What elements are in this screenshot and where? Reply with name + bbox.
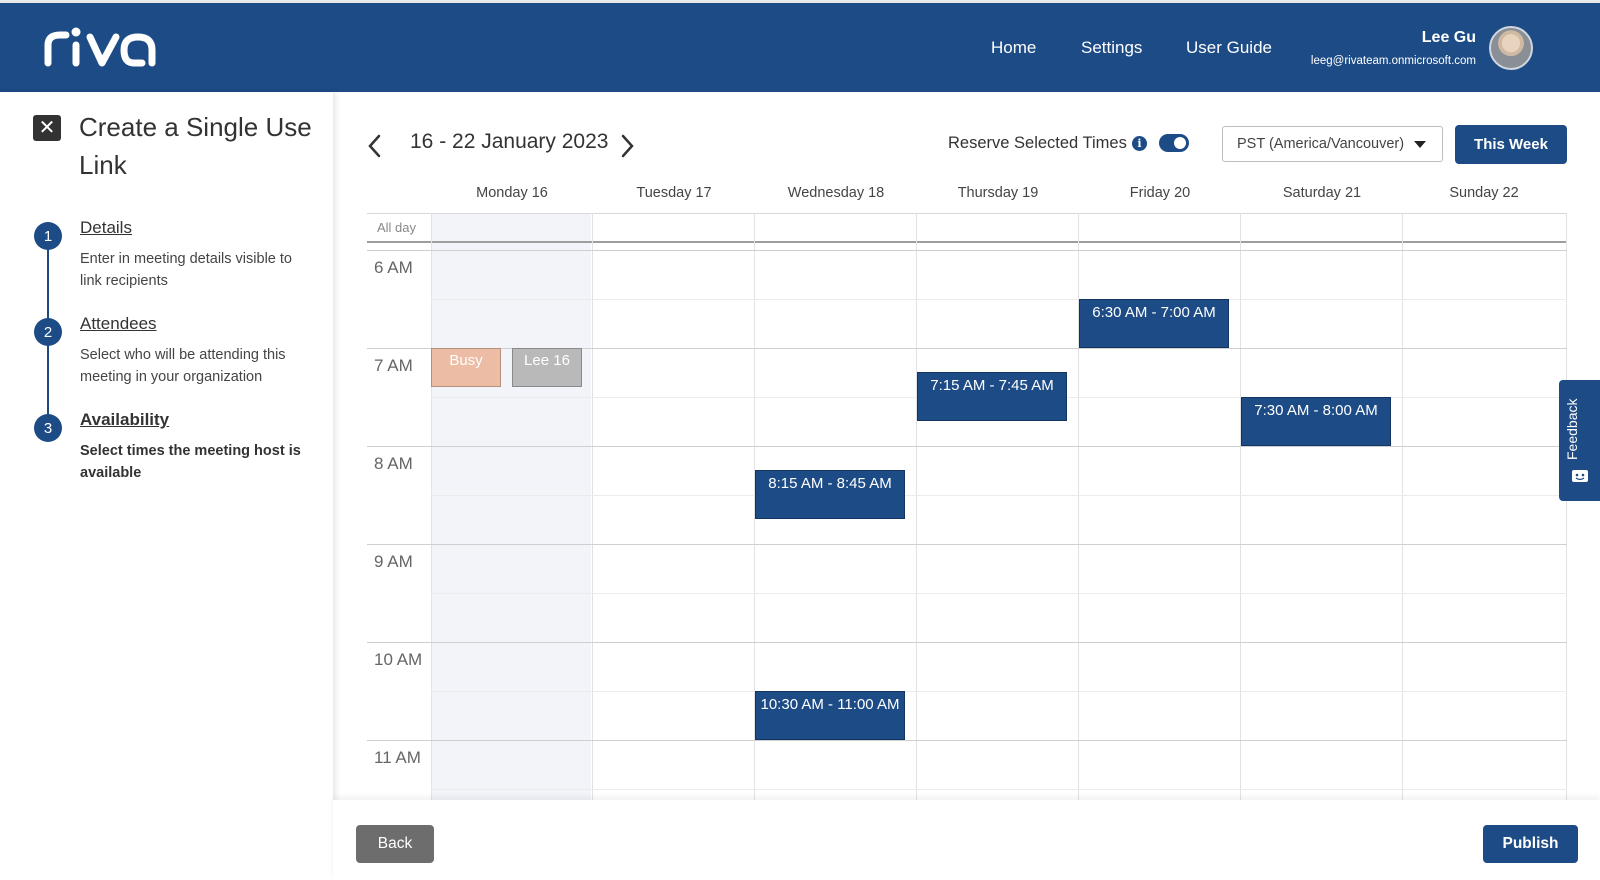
all-day-row[interactable] <box>367 213 1567 243</box>
info-icon[interactable]: i <box>1132 136 1147 151</box>
publish-button[interactable]: Publish <box>1483 825 1578 863</box>
step-availability-description: Select times the meeting host is availab… <box>80 443 301 481</box>
selected-time-slot[interactable]: 7:15 AM - 7:45 AM <box>917 372 1067 421</box>
app-header: Home Settings User Guide Lee Gu leeg@riv… <box>0 3 1600 92</box>
step-details-description: Enter in meeting details visible to link… <box>80 251 292 289</box>
half-hour-line <box>431 593 1567 594</box>
riva-logo[interactable] <box>42 23 172 71</box>
step-number-2: 2 <box>34 318 62 346</box>
hour-label: 9 AM <box>374 552 413 571</box>
half-hour-line <box>431 299 1567 300</box>
step-number-3: 3 <box>34 414 62 442</box>
close-icon[interactable]: ✕ <box>33 115 61 141</box>
step-connector <box>47 340 49 420</box>
nav-user-guide[interactable]: User Guide <box>1186 38 1272 58</box>
hour-line <box>367 544 1567 545</box>
step-attendees-description: Select who will be attending this meetin… <box>80 347 286 385</box>
reserve-times-label: Reserve Selected Times <box>948 134 1127 152</box>
footer-bar <box>333 800 1600 880</box>
half-hour-line <box>431 789 1567 790</box>
back-button[interactable]: Back <box>356 825 434 863</box>
nav-settings[interactable]: Settings <box>1081 38 1142 58</box>
hour-label: 7 AM <box>374 356 413 375</box>
selected-time-slot[interactable]: 10:30 AM - 11:00 AM <box>755 691 905 740</box>
busy-event[interactable]: Busy <box>431 348 501 387</box>
half-hour-line <box>431 691 1567 692</box>
step-number-1: 1 <box>34 222 62 250</box>
main-content: 16 - 22 January 2023 Reserve Selected Ti… <box>333 92 1600 880</box>
feedback-tab[interactable]: Feedback <box>1559 380 1600 501</box>
week-range-label: 16 - 22 January 2023 <box>410 130 609 153</box>
caret-down-icon <box>1414 141 1426 148</box>
chat-icon <box>1572 470 1588 482</box>
hour-line <box>367 250 1567 251</box>
selected-time-slot[interactable]: 7:30 AM - 8:00 AM <box>1241 397 1391 446</box>
page-title: Create a Single Use Link <box>79 112 312 180</box>
day-header-sunday: Sunday 22 <box>1449 185 1519 201</box>
step-connector <box>47 244 49 324</box>
hour-line <box>367 446 1567 447</box>
this-week-button[interactable]: This Week <box>1455 125 1567 164</box>
day-header-wednesday: Wednesday 18 <box>787 185 885 201</box>
user-email: leeg@rivateam.onmicrosoft.com <box>1310 55 1476 67</box>
selected-time-slot[interactable]: 6:30 AM - 7:00 AM <box>1079 299 1229 348</box>
step-attendees-link[interactable]: Attendees <box>80 314 157 334</box>
hour-label: 8 AM <box>374 454 413 473</box>
step-details-link[interactable]: Details <box>80 218 132 238</box>
hour-label: 10 AM <box>374 650 423 669</box>
half-hour-line <box>431 495 1567 496</box>
hour-label: 6 AM <box>374 258 413 277</box>
selected-time-slot[interactable]: 8:15 AM - 8:45 AM <box>755 470 905 519</box>
day-header-thursday: Thursday 19 <box>957 185 1039 201</box>
timezone-select[interactable]: PST (America/Vancouver) <box>1222 126 1443 162</box>
chevron-right-icon[interactable] <box>617 132 637 160</box>
reserve-times-toggle[interactable] <box>1159 134 1189 152</box>
toggle-knob <box>1174 137 1186 149</box>
hour-label: 11 AM <box>374 748 421 767</box>
step-availability-link[interactable]: Availability <box>80 410 169 430</box>
day-header-tuesday: Tuesday 17 <box>636 185 712 201</box>
nav-home[interactable]: Home <box>991 38 1036 58</box>
avatar[interactable] <box>1489 26 1533 70</box>
user-name: Lee Gu <box>1421 29 1476 46</box>
feedback-label: Feedback <box>1564 398 1580 460</box>
day-header-friday: Friday 20 <box>1129 185 1191 201</box>
week-calendar: Monday 16 Tuesday 17 Wednesday 18 Thursd… <box>367 177 1567 875</box>
timezone-value: PST (America/Vancouver) <box>1237 136 1405 152</box>
chevron-left-icon[interactable] <box>365 132 385 160</box>
day-header-saturday: Saturday 21 <box>1282 185 1362 201</box>
calendar-event[interactable]: Lee 16 <box>512 348 582 387</box>
wizard-sidebar: ✕ Create a Single Use Link 1 Details Ent… <box>0 92 333 880</box>
day-header-monday: Monday 16 <box>476 185 548 201</box>
hour-line <box>367 740 1567 741</box>
hour-line <box>367 642 1567 643</box>
all-day-label: All day <box>377 220 417 235</box>
